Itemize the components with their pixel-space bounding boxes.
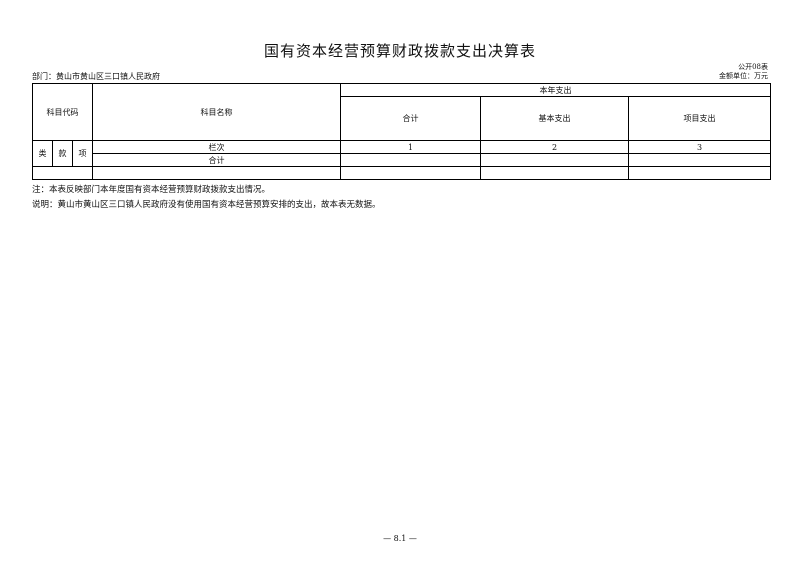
column-index-2: 2	[480, 140, 629, 154]
total-row-total	[340, 153, 481, 167]
empty-project-cell	[628, 166, 771, 180]
empty-code-cell	[32, 166, 93, 180]
header-project-expense: 项目支出	[628, 96, 771, 141]
total-row-project	[628, 153, 771, 167]
column-index-1: 1	[340, 140, 481, 154]
empty-basic-cell	[480, 166, 629, 180]
header-total: 合计	[340, 96, 481, 141]
empty-total-cell	[340, 166, 481, 180]
empty-name-cell	[92, 166, 341, 180]
header-subject-name: 科目名称	[92, 83, 341, 141]
page-number: — 8.1 —	[383, 534, 417, 543]
code-col-section: 款	[52, 140, 73, 167]
column-index-label: 栏次	[92, 140, 341, 154]
total-row-label: 合计	[92, 153, 341, 167]
footnote-note: 注：本表反映部门本年度国有资本经营预算财政拨款支出情况。	[32, 185, 271, 195]
expense-table: 科目代码 科目名称 本年支出 合计 基本支出 项目支出 类 款 项 栏次 1 2…	[32, 83, 771, 180]
amount-unit-label: 金额单位：万元	[719, 72, 768, 80]
document-title: 国有资本经营预算财政拨款支出决算表	[263, 42, 536, 60]
header-year-expense: 本年支出	[340, 83, 771, 97]
footnote-explanation: 说明：黄山市黄山区三口镇人民政府没有使用国有资本经营预算安排的支出，故本表无数据…	[32, 200, 381, 210]
table-row	[32, 166, 771, 180]
department-label: 部门：黄山市黄山区三口镇人民政府	[32, 72, 160, 81]
total-row-basic	[480, 153, 629, 167]
column-index-3: 3	[628, 140, 771, 154]
header-basic-expense: 基本支出	[480, 96, 629, 141]
header-subject-code: 科目代码	[32, 83, 93, 141]
code-col-item: 项	[72, 140, 93, 167]
code-col-category: 类	[32, 140, 53, 167]
